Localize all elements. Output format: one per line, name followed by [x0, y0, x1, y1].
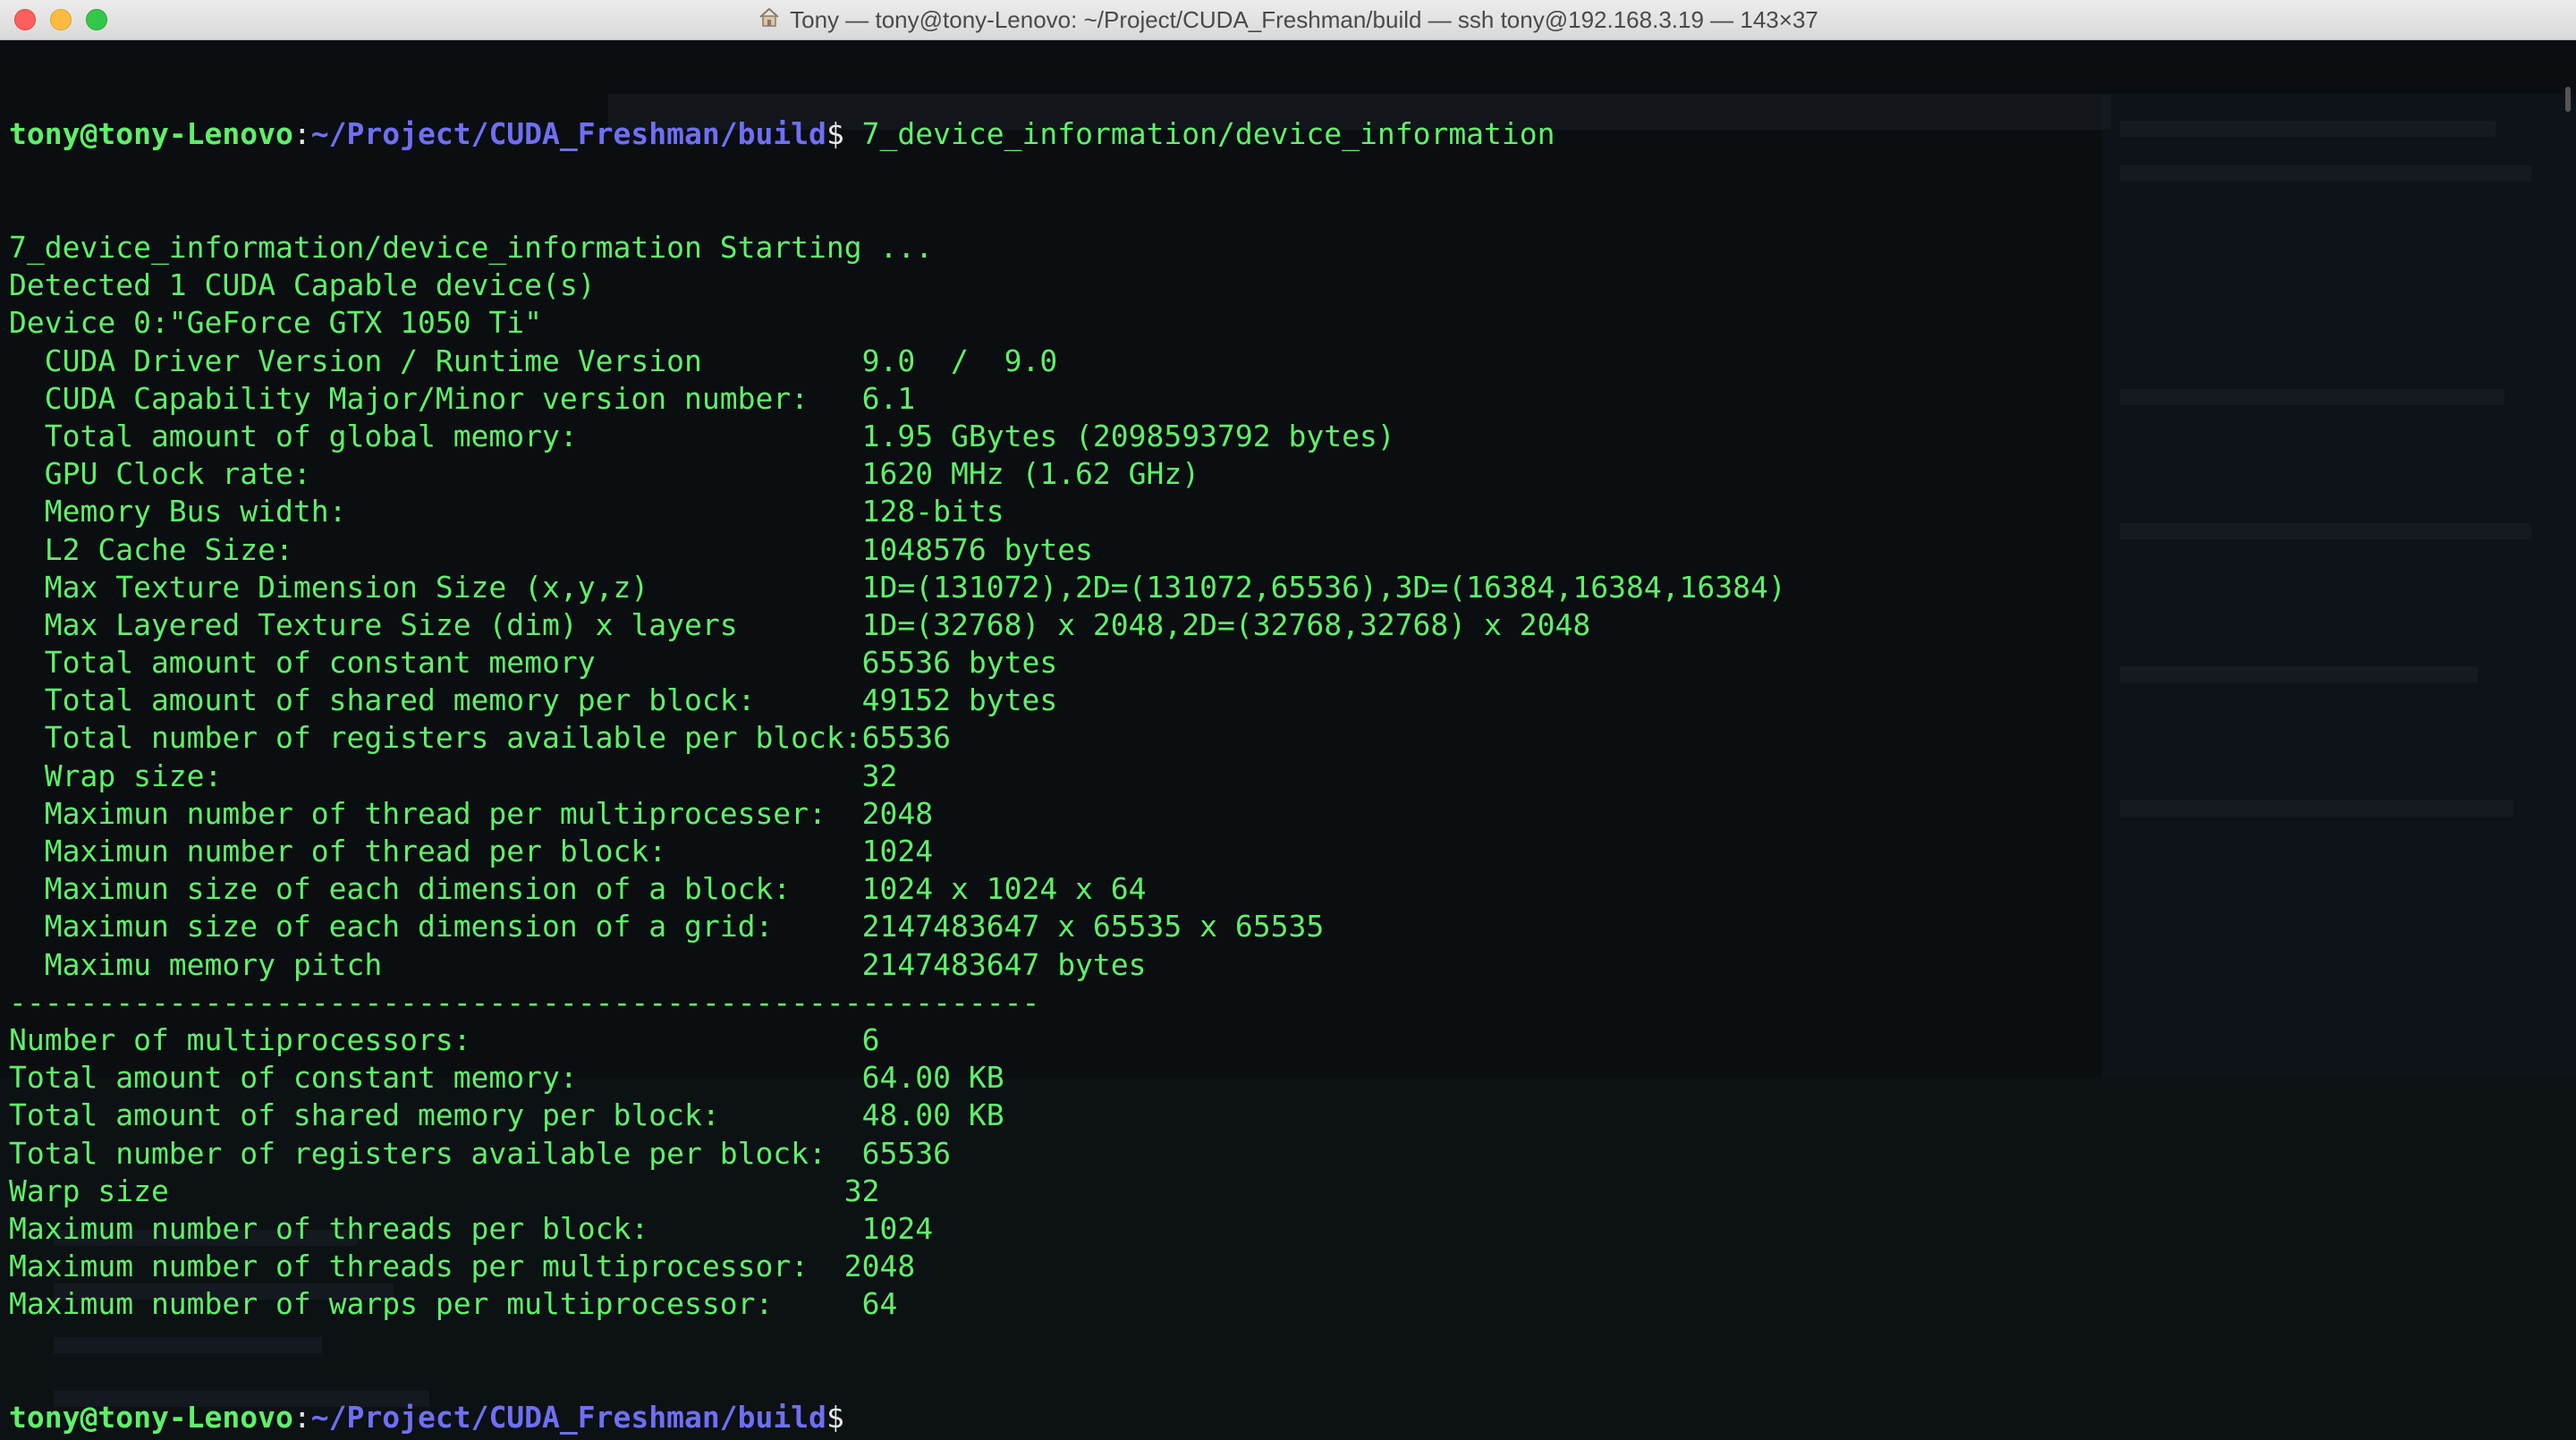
terminal-content[interactable]: tony@tony-Lenovo:~/Project/CUDA_Freshman… — [0, 40, 2576, 1440]
output-line: Maximun number of thread per block: 1024 — [9, 834, 934, 868]
prompt-user-host: tony@tony-Lenovo — [9, 1399, 293, 1435]
terminal-window: Tony — tony@tony-Lenovo: ~/Project/CUDA_… — [0, 0, 2576, 1440]
background-window-ghost — [2120, 389, 2504, 405]
output-line: Maximun number of thread per multiproces… — [9, 795, 934, 831]
output-line: Total amount of global memory: 1.95 GByt… — [9, 418, 1395, 453]
output-line: Total amount of shared memory per block:… — [9, 1097, 1004, 1133]
command-text: 7_device_information/device_information — [843, 116, 1555, 152]
command-line: tony@tony-Lenovo:~/Project/CUDA_Freshman… — [9, 115, 1786, 153]
output-line: Total amount of constant memory: 64.00 K… — [9, 1060, 1004, 1096]
output-line: Total number of registers available per … — [9, 720, 951, 756]
output-line: ----------------------------------------… — [9, 984, 1040, 1020]
window-title-container: Tony — tony@tony-Lenovo: ~/Project/CUDA_… — [0, 0, 2576, 39]
output-line: Wrap size: 32 — [9, 758, 898, 793]
output-line: Warp size 32 — [9, 1173, 880, 1208]
home-folder-icon — [758, 0, 781, 39]
background-window-ghost — [2120, 523, 2531, 539]
output-line: GPU Clock rate: 1620 MHz (1.62 GHz) — [9, 456, 1200, 492]
prompt-symbol: $ — [826, 116, 844, 152]
background-window-ghost — [2120, 666, 2478, 682]
output-line: Total number of registers available per … — [9, 1135, 951, 1171]
window-title: Tony — tony@tony-Lenovo: ~/Project/CUDA_… — [790, 6, 1818, 33]
output-line: Device 0:"GeForce GTX 1050 Ti" — [9, 305, 543, 341]
output-line: Total amount of constant memory 65536 by… — [9, 645, 1058, 681]
output-line: Memory Bus width: 128-bits — [9, 494, 1004, 529]
prompt-path: ~/Project/CUDA_Freshman/build — [310, 116, 826, 152]
output-line: L2 Cache Size: 1048576 bytes — [9, 531, 1093, 567]
active-prompt-line[interactable]: tony@tony-Lenovo:~/Project/CUDA_Freshman… — [9, 1399, 1786, 1436]
background-window-ghost — [2102, 94, 2576, 1078]
output-line: Max Texture Dimension Size (x,y,z) 1D=(1… — [9, 569, 1786, 605]
prompt-user-host: tony@tony-Lenovo — [9, 116, 293, 152]
prompt-separator: : — [292, 116, 311, 152]
output-line: Maximun size of each dimension of a grid… — [9, 909, 1325, 944]
output-line: Total amount of shared memory per block:… — [9, 682, 1058, 718]
background-window-ghost — [2120, 165, 2531, 182]
output-line: 7_device_information/device_information … — [9, 230, 934, 265]
title-bar[interactable]: Tony — tony@tony-Lenovo: ~/Project/CUDA_… — [0, 0, 2576, 40]
prompt-path: ~/Project/CUDA_Freshman/build — [310, 1399, 826, 1435]
prompt-separator: : — [292, 1399, 311, 1435]
output-line: Detected 1 CUDA Capable device(s) — [9, 267, 596, 303]
output-line: Max Layered Texture Size (dim) x layers … — [9, 606, 1591, 642]
scrollbar-thumb[interactable] — [2565, 87, 2571, 112]
terminal-output[interactable]: tony@tony-Lenovo:~/Project/CUDA_Freshman… — [9, 40, 1786, 1440]
output-line: CUDA Driver Version / Runtime Version 9.… — [9, 343, 1058, 378]
output-line: CUDA Capability Major/Minor version numb… — [9, 380, 916, 416]
output-line: Maximum number of threads per multiproce… — [9, 1249, 916, 1284]
output-line: Maximu memory pitch 2147483647 bytes — [9, 946, 1147, 982]
output-line: Maximum number of threads per block: 102… — [9, 1210, 934, 1246]
output-line: Maximum number of warps per multiprocess… — [9, 1286, 898, 1322]
prompt-symbol: $ — [826, 1399, 844, 1435]
output-line: Maximun size of each dimension of a bloc… — [9, 871, 1147, 907]
background-window-ghost — [2120, 800, 2513, 817]
output-line: Number of multiprocessors: 6 — [9, 1021, 880, 1057]
background-window-ghost — [2120, 121, 2496, 137]
command-output: 7_device_information/device_information … — [9, 229, 1786, 1323]
